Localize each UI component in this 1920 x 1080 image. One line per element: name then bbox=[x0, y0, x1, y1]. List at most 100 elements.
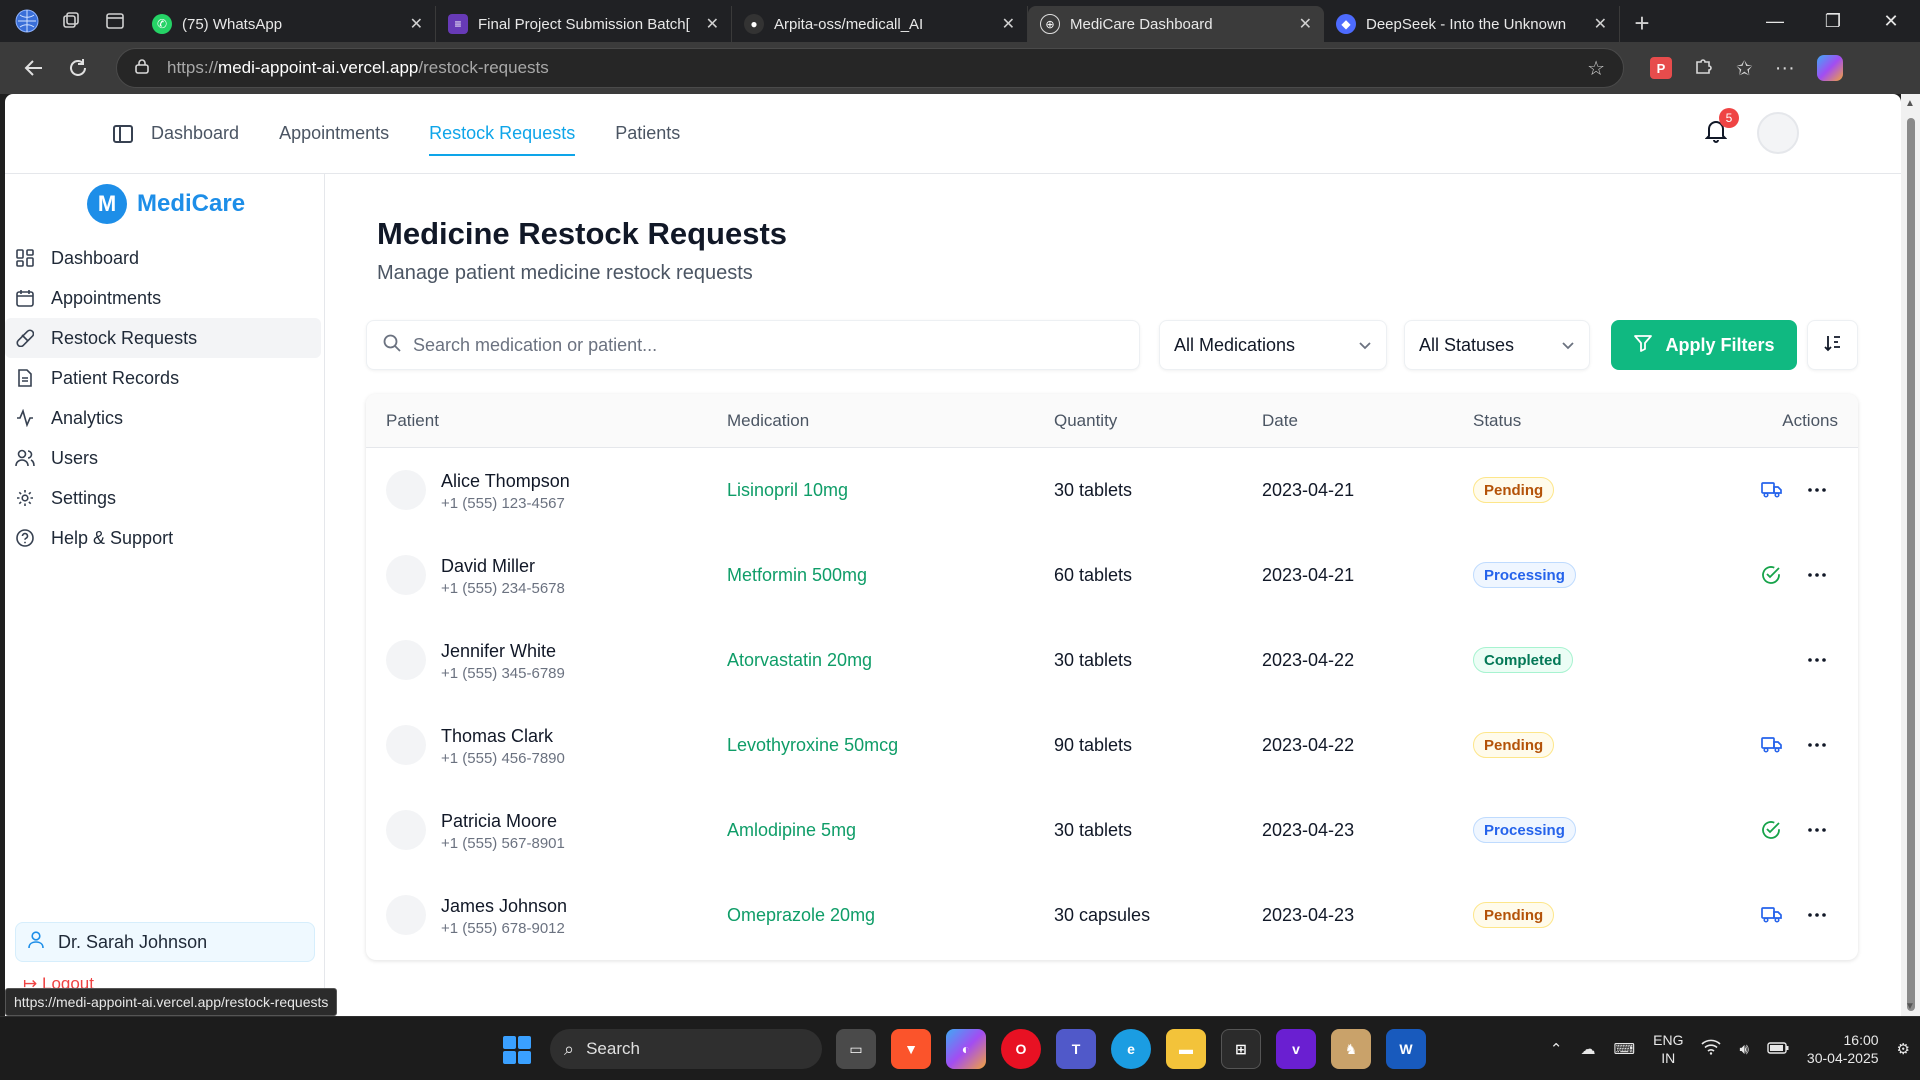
voot-icon[interactable]: v bbox=[1276, 1029, 1316, 1069]
taskbar-search[interactable]: ⌕ Search bbox=[550, 1029, 822, 1069]
back-icon[interactable] bbox=[12, 48, 56, 88]
topnav-link-dashboard[interactable]: Dashboard bbox=[151, 94, 239, 174]
table-row[interactable]: Alice Thompson +1 (555) 123-4567 Lisinop… bbox=[366, 448, 1858, 533]
puzzle-extensions-icon[interactable] bbox=[1694, 55, 1714, 81]
medication-name[interactable]: Amlodipine 5mg bbox=[727, 820, 856, 841]
workspaces-icon[interactable] bbox=[54, 4, 88, 38]
browser-tab-whatsapp[interactable]: ✆ (75) WhatsApp ✕ bbox=[140, 6, 436, 42]
table-row[interactable]: Jennifer White +1 (555) 345-6789 Atorvas… bbox=[366, 618, 1858, 703]
favorites-icon[interactable]: ✩ bbox=[1736, 56, 1753, 81]
onedrive-cloud-icon[interactable]: ☁ bbox=[1580, 1040, 1595, 1058]
microsoft-store-icon[interactable]: ⊞ bbox=[1221, 1029, 1261, 1069]
medication-name[interactable]: Omeprazole 20mg bbox=[727, 905, 875, 926]
refresh-icon[interactable] bbox=[56, 48, 100, 88]
topnav-link-restock-requests[interactable]: Restock Requests bbox=[429, 94, 576, 174]
maximize-icon[interactable]: ❐ bbox=[1804, 0, 1862, 42]
close-tab-icon[interactable]: ✕ bbox=[410, 14, 423, 34]
medication-name[interactable]: Atorvastatin 20mg bbox=[727, 650, 872, 671]
brand[interactable]: M MediCare bbox=[87, 184, 245, 224]
status-filter-select[interactable]: All Statuses bbox=[1404, 320, 1590, 370]
more-options-icon[interactable] bbox=[1805, 565, 1829, 585]
extension-icon[interactable]: P bbox=[1650, 57, 1672, 79]
sidebar-item-help-support[interactable]: Help & Support bbox=[5, 518, 325, 558]
topnav-link-appointments[interactable]: Appointments bbox=[279, 94, 389, 174]
sidebar-toggle-icon[interactable] bbox=[113, 124, 133, 143]
language-indicator[interactable]: ENG IN bbox=[1653, 1031, 1683, 1067]
sidebar-item-settings[interactable]: Settings bbox=[5, 478, 325, 518]
task-view-icon[interactable]: ▭ bbox=[836, 1029, 876, 1069]
game-app-icon[interactable]: ♞ bbox=[1331, 1029, 1371, 1069]
tab-actions-icon[interactable] bbox=[98, 4, 132, 38]
sidebar-item-analytics[interactable]: Analytics bbox=[5, 398, 325, 438]
more-options-icon[interactable] bbox=[1805, 820, 1829, 840]
current-user-card[interactable]: Dr. Sarah Johnson bbox=[15, 922, 315, 962]
copilot-icon[interactable] bbox=[1816, 55, 1843, 81]
teams-icon[interactable]: T bbox=[1056, 1029, 1096, 1069]
column-header-quantity[interactable]: Quantity bbox=[1054, 411, 1117, 431]
battery-icon[interactable] bbox=[1767, 1041, 1789, 1058]
copilot-app-icon[interactable]: ◐ bbox=[946, 1029, 986, 1069]
medication-filter-select[interactable]: All Medications bbox=[1159, 320, 1387, 370]
lock-icon[interactable] bbox=[135, 58, 149, 79]
check-circle-icon[interactable] bbox=[1761, 820, 1783, 840]
medication-name[interactable]: Metformin 500mg bbox=[727, 565, 867, 586]
file-explorer-icon[interactable]: ▬ bbox=[1166, 1029, 1206, 1069]
column-header-date[interactable]: Date bbox=[1262, 411, 1298, 431]
column-header-status[interactable]: Status bbox=[1473, 411, 1521, 431]
more-options-icon[interactable] bbox=[1805, 905, 1829, 925]
wifi-icon[interactable] bbox=[1701, 1039, 1722, 1059]
browser-tab-github[interactable]: ● Arpita-oss/medicall_AI ✕ bbox=[732, 6, 1028, 42]
close-tab-icon[interactable]: ✕ bbox=[706, 14, 719, 34]
medication-name[interactable]: Lisinopril 10mg bbox=[727, 480, 848, 501]
table-row[interactable]: David Miller +1 (555) 234-5678 Metformin… bbox=[366, 533, 1858, 618]
close-window-icon[interactable]: ✕ bbox=[1862, 0, 1920, 42]
more-options-icon[interactable] bbox=[1805, 480, 1829, 500]
opera-icon[interactable]: O bbox=[1001, 1029, 1041, 1069]
clock[interactable]: 16:00 30-04-2025 bbox=[1807, 1031, 1879, 1067]
more-options-icon[interactable] bbox=[1805, 735, 1829, 755]
sort-button[interactable] bbox=[1807, 320, 1858, 370]
profile-icon[interactable] bbox=[10, 4, 44, 38]
sidebar-item-appointments[interactable]: Appointments bbox=[5, 278, 325, 318]
close-tab-icon[interactable]: ✕ bbox=[1002, 14, 1015, 34]
column-header-medication[interactable]: Medication bbox=[727, 411, 809, 431]
truck-icon[interactable] bbox=[1761, 480, 1783, 500]
close-tab-icon[interactable]: ✕ bbox=[1594, 14, 1607, 34]
minimize-icon[interactable]: — bbox=[1746, 0, 1804, 42]
user-avatar[interactable] bbox=[1757, 112, 1799, 154]
browser-tab-project-submission[interactable]: ≡ Final Project Submission Batch[20 ✕ bbox=[436, 6, 732, 42]
scroll-down-icon[interactable]: ▼ bbox=[1905, 1001, 1915, 1012]
new-tab-icon[interactable]: + bbox=[1620, 8, 1664, 39]
brave-browser-icon[interactable]: ▼ bbox=[891, 1029, 931, 1069]
search-input[interactable] bbox=[413, 334, 1113, 356]
sidebar-item-restock-requests[interactable]: Restock Requests bbox=[5, 318, 321, 358]
url-bar[interactable]: https://medi-appoint-ai.vercel.app/resto… bbox=[116, 48, 1624, 88]
apply-filters-button[interactable]: Apply Filters bbox=[1611, 320, 1797, 370]
truck-icon[interactable] bbox=[1761, 905, 1783, 925]
volume-icon[interactable]: 🔊︎ bbox=[1739, 1041, 1748, 1058]
favorite-star-icon[interactable]: ☆ bbox=[1587, 56, 1605, 81]
sidebar-item-patient-records[interactable]: Patient Records bbox=[5, 358, 325, 398]
notification-center-icon[interactable]: ⚙ bbox=[1897, 1040, 1910, 1058]
more-menu-icon[interactable]: ··· bbox=[1775, 57, 1795, 80]
table-row[interactable]: James Johnson +1 (555) 678-9012 Omeprazo… bbox=[366, 873, 1858, 958]
check-circle-icon[interactable] bbox=[1761, 565, 1783, 585]
scrollbar-thumb[interactable] bbox=[1907, 118, 1915, 1011]
topnav-link-patients[interactable]: Patients bbox=[615, 94, 680, 174]
browser-tab-deepseek[interactable]: ◆ DeepSeek - Into the Unknown ✕ bbox=[1324, 6, 1620, 42]
edge-icon[interactable]: e bbox=[1111, 1029, 1151, 1069]
keyboard-icon[interactable]: ⌨ bbox=[1613, 1040, 1635, 1058]
table-row[interactable]: Patricia Moore +1 (555) 567-8901 Amlodip… bbox=[366, 788, 1858, 873]
windows-start-icon[interactable] bbox=[503, 1036, 531, 1064]
page-scrollbar[interactable]: ▲ ▼ bbox=[1901, 94, 1920, 1016]
medication-name[interactable]: Levothyroxine 50mcg bbox=[727, 735, 898, 756]
sidebar-item-dashboard[interactable]: Dashboard bbox=[5, 238, 325, 278]
table-row[interactable]: Thomas Clark +1 (555) 456-7890 Levothyro… bbox=[366, 703, 1858, 788]
column-header-patient[interactable]: Patient bbox=[386, 411, 439, 431]
word-icon[interactable]: W bbox=[1386, 1029, 1426, 1069]
chevron-up-icon[interactable]: ⌃ bbox=[1550, 1040, 1563, 1058]
truck-icon[interactable] bbox=[1761, 735, 1783, 755]
browser-tab-medicare[interactable]: ⊕ MediCare Dashboard ✕ bbox=[1028, 6, 1324, 42]
close-tab-icon[interactable]: ✕ bbox=[1299, 14, 1312, 34]
more-options-icon[interactable] bbox=[1805, 650, 1829, 670]
